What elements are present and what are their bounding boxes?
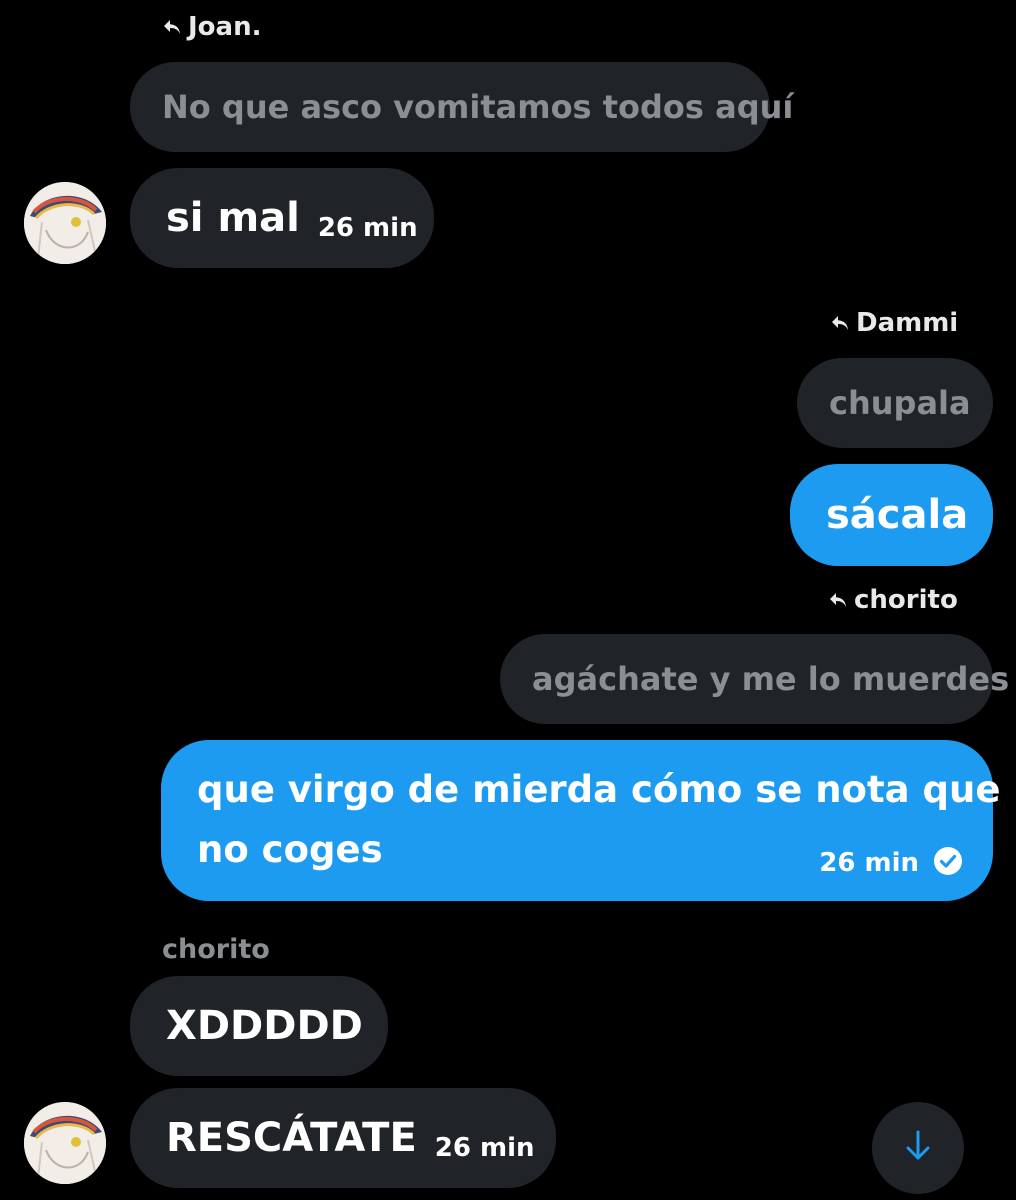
quoted-message-text: agáchate y me lo muerdes: [532, 660, 1010, 698]
quoted-message[interactable]: chupala: [797, 358, 993, 448]
reply-arrow-icon: [830, 313, 850, 333]
reply-to-name: Dammi: [856, 308, 959, 338]
reply-to-name: chorito: [854, 585, 958, 615]
avatar[interactable]: [24, 182, 106, 264]
incoming-message[interactable]: si mal 26 min: [130, 168, 434, 268]
quoted-message-text: No que asco vomitamos todos aquí: [162, 88, 794, 126]
message-text-line-1: que virgo de mierda cómo se nota que: [197, 768, 1001, 811]
message-text-line-2: no coges: [197, 828, 383, 871]
incoming-message[interactable]: RESCÁTATE 26 min: [130, 1088, 556, 1188]
reply-to-label: Joan.: [162, 12, 261, 42]
outgoing-message[interactable]: que virgo de mierda cómo se nota que no …: [161, 740, 1000, 901]
reply-to-label: Dammi: [830, 308, 958, 338]
message-text: si mal: [166, 195, 300, 241]
check-circle-icon: [933, 846, 963, 880]
sender-name: chorito: [162, 934, 270, 965]
arrow-down-icon: [903, 1129, 933, 1167]
message-time: 26 min: [434, 1133, 535, 1163]
message-text: XDDDDD: [166, 1003, 363, 1049]
message-time: 26 min: [317, 213, 418, 243]
scroll-to-bottom-button[interactable]: [872, 1102, 964, 1194]
message-time: 26 min: [819, 848, 919, 878]
quoted-message-text: chupala: [829, 384, 971, 422]
reply-to-label: chorito: [828, 585, 958, 615]
quoted-message[interactable]: No que asco vomitamos todos aquí: [130, 62, 793, 152]
message-meta: 26 min: [819, 846, 963, 880]
message-text: sácala: [826, 492, 969, 538]
reply-arrow-icon: [828, 590, 848, 610]
quoted-message[interactable]: agáchate y me lo muerdes: [500, 634, 1009, 724]
incoming-message[interactable]: XDDDDD: [130, 976, 388, 1076]
avatar[interactable]: [24, 1102, 106, 1184]
reply-to-name: Joan.: [188, 12, 262, 42]
outgoing-message[interactable]: sácala: [790, 464, 993, 566]
reply-arrow-icon: [162, 17, 182, 37]
message-text: RESCÁTATE: [166, 1115, 417, 1161]
